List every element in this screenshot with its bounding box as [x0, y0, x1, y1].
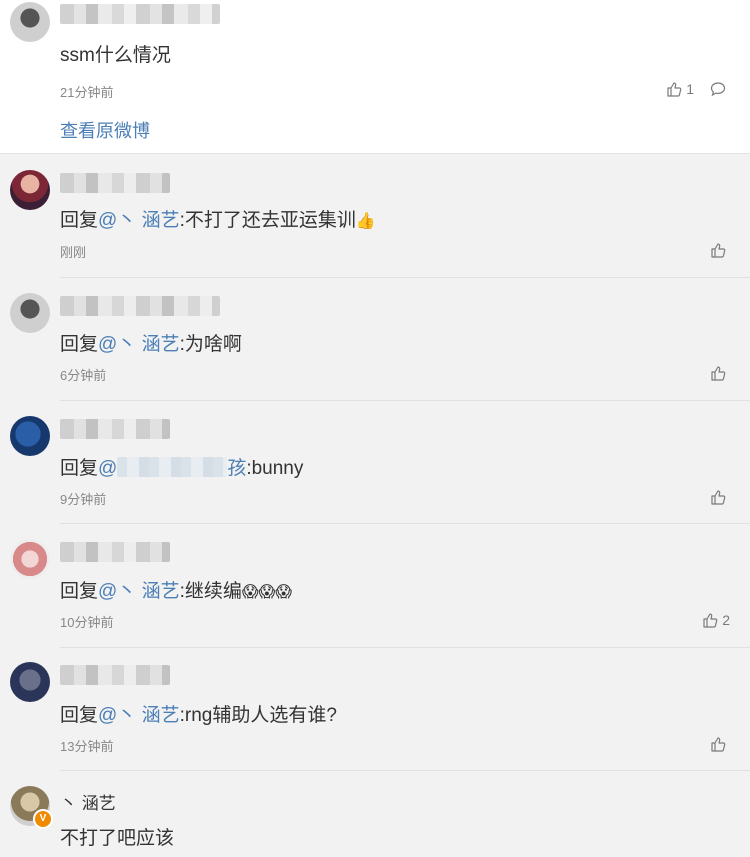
thumbs-up-icon	[703, 613, 718, 628]
reply-text: 回复@丶 涵艺:不打了还去亚运集训👍	[60, 210, 376, 231]
thumbs-up-icon	[667, 82, 682, 97]
divider	[60, 770, 750, 771]
thumbs-up-icon	[711, 737, 726, 752]
verified-badge-icon: V	[33, 809, 53, 829]
like-button[interactable]: 2	[702, 612, 730, 628]
mention-link[interactable]: @丶 涵艺	[98, 581, 180, 602]
mention-link[interactable]: @丶 涵艺	[98, 210, 180, 231]
mention-blurred	[117, 457, 228, 477]
comment-text: ssm什么情况	[60, 45, 171, 66]
username-blurred[interactable]	[60, 665, 170, 685]
thumbs-up-icon	[711, 243, 726, 258]
like-button[interactable]: 1	[666, 81, 694, 97]
avatar[interactable]	[10, 2, 50, 42]
avatar[interactable]	[10, 293, 50, 333]
view-original-weibo-link[interactable]: 查看原微博	[60, 117, 150, 143]
reply-time: 9分钟前	[60, 492, 107, 507]
divider	[60, 277, 750, 278]
like-button[interactable]	[710, 242, 730, 258]
divider	[60, 523, 750, 524]
thumbs-up-icon	[711, 490, 726, 505]
username-blurred[interactable]	[60, 4, 220, 24]
comment-icon[interactable]	[710, 81, 726, 97]
like-button[interactable]	[710, 489, 730, 505]
reply-text: 回复@丶 涵艺:为啥啊	[60, 334, 242, 355]
reply-text: 回复@丶 涵艺:rng辅助人选有谁?	[60, 705, 337, 726]
username-blurred[interactable]	[60, 542, 170, 562]
mention-link[interactable]: @	[98, 458, 117, 479]
mention-link[interactable]: @丶 涵艺	[98, 334, 180, 355]
reply-time: 10分钟前	[60, 615, 114, 630]
like-count: 1	[686, 81, 694, 97]
like-button[interactable]	[710, 736, 730, 752]
reply-time: 刚刚	[60, 245, 87, 260]
username-blurred[interactable]	[60, 419, 170, 439]
thumbs-up-emoji: 👍	[355, 213, 376, 230]
thumbs-up-icon	[711, 366, 726, 381]
reply-text: 回复@ 孩:bunny	[60, 457, 304, 479]
avatar[interactable]	[10, 662, 50, 702]
avatar[interactable]	[10, 539, 50, 579]
username-blurred[interactable]	[60, 296, 220, 316]
avatar[interactable]	[10, 170, 50, 210]
username[interactable]: 丶 涵艺	[60, 789, 116, 814]
reply-time: 6分钟前	[60, 368, 107, 383]
scream-emoji: 😱😱😱	[241, 584, 292, 601]
like-count: 2	[722, 612, 730, 628]
divider	[60, 647, 750, 648]
reply-text: 不打了吧应该	[60, 828, 175, 849]
avatar[interactable]	[10, 416, 50, 456]
divider	[60, 400, 750, 401]
comment-time: 21分钟前	[60, 85, 114, 100]
like-button[interactable]	[710, 365, 730, 381]
username-blurred[interactable]	[60, 173, 170, 193]
mention-link[interactable]: @丶 涵艺	[98, 705, 180, 726]
original-comment-card: ssm什么情况 21分钟前 1 查看原微博	[0, 0, 750, 154]
reply-text: 回复@丶 涵艺:继续编😱😱😱	[60, 581, 292, 602]
reply-time: 13分钟前	[60, 739, 114, 754]
